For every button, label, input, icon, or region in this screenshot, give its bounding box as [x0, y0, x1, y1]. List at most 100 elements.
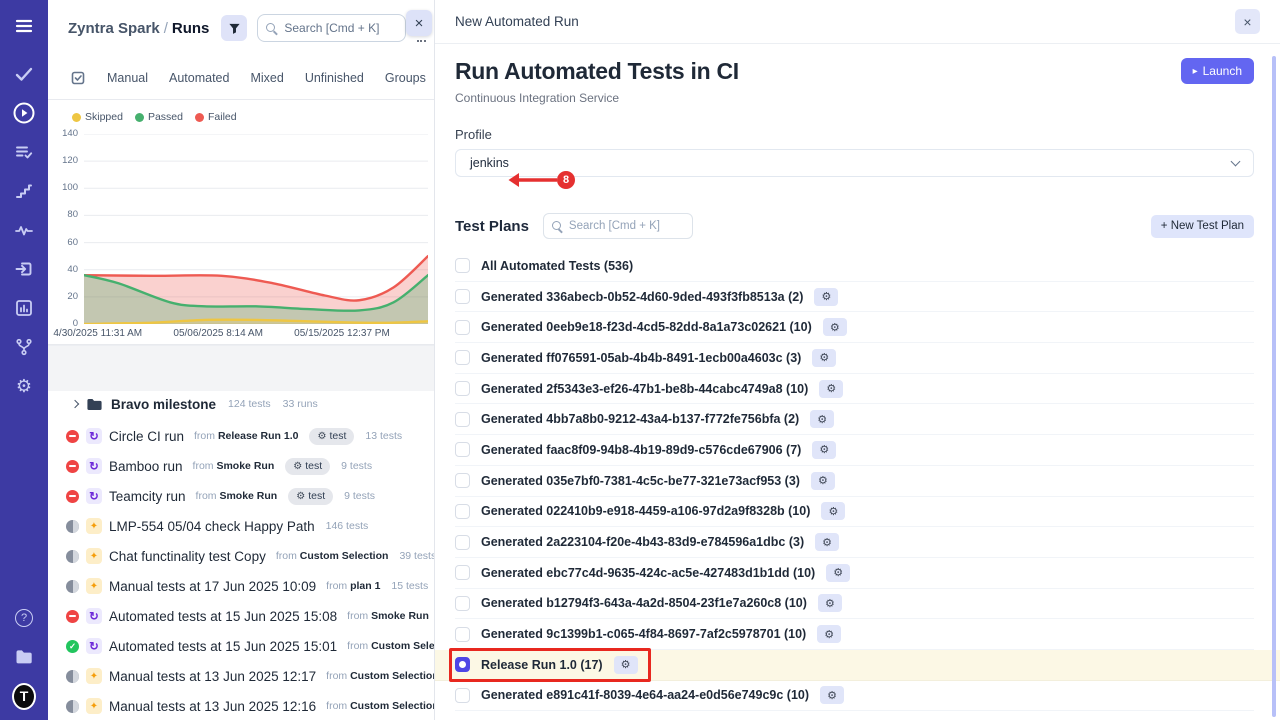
test-plan-settings-button[interactable]	[818, 594, 842, 612]
tests-icon[interactable]	[12, 62, 36, 86]
run-list-item[interactable]: Circle CI run from Release Run 1.0 test …	[48, 421, 434, 451]
test-plan-checkbox[interactable]	[455, 289, 470, 304]
imports-icon[interactable]	[12, 257, 36, 281]
test-plan-checkbox[interactable]	[455, 412, 470, 427]
test-plan-checkbox[interactable]	[455, 688, 470, 703]
test-tag-badge[interactable]: test	[288, 488, 333, 505]
test-plan-row[interactable]: Generated 9c1399b1-c065-4f84-8697-7af2c5…	[455, 619, 1254, 650]
menu-icon[interactable]	[12, 14, 36, 38]
test-plan-row[interactable]: Generated ff076591-05ab-4b4b-8491-1ecb00…	[455, 343, 1254, 374]
test-plan-row[interactable]: Generated 2a223104-f20e-4b43-83d9-e78459…	[455, 527, 1254, 558]
milestone-row[interactable]: Bravo milestone 124 tests 33 runs	[48, 391, 434, 417]
settings-icon[interactable]: ⚙	[12, 374, 36, 398]
test-plan-checkbox[interactable]	[455, 258, 470, 273]
test-plan-row[interactable]: Generated 336abecb-0b52-4d60-9ded-493f3f…	[455, 282, 1254, 313]
test-plan-row[interactable]: Generated 4bb7a8b0-9212-43a4-b137-f772fe…	[455, 404, 1254, 435]
test-plan-row[interactable]: Generated ebc77c4d-9635-424c-ac5e-427483…	[455, 558, 1254, 589]
test-plan-settings-button[interactable]	[823, 318, 847, 336]
test-plan-row[interactable]: Generated 2f5343e3-ef26-47b1-be8b-44cabc…	[455, 374, 1254, 405]
test-plan-row[interactable]: Generated 022410b9-e918-4459-a106-97d2a9…	[455, 497, 1254, 528]
test-plan-checkbox[interactable]	[455, 627, 470, 642]
milestone-name[interactable]: Bravo milestone	[111, 397, 216, 412]
run-name[interactable]: Teamcity run	[109, 489, 186, 504]
run-list-item[interactable]: Bamboo run from Smoke Run test 9 tests	[48, 451, 434, 481]
expand-chevron-icon[interactable]	[71, 400, 79, 408]
breadcrumb-project[interactable]: Zyntra Spark	[68, 20, 160, 37]
test-plan-row[interactable]: Generated e891c41f-8039-4e64-aa24-e0d56e…	[455, 681, 1254, 712]
tab[interactable]: Manual	[107, 71, 148, 85]
test-plans-icon[interactable]	[12, 140, 36, 164]
test-plan-checkbox[interactable]	[455, 596, 470, 611]
test-plan-settings-button[interactable]	[811, 472, 835, 490]
run-list-item[interactable]: Automated tests at 15 Jun 2025 15:08 fro…	[48, 601, 434, 631]
test-plan-settings-button[interactable]	[614, 656, 638, 674]
test-plan-settings-button[interactable]	[814, 288, 838, 306]
analytics-icon[interactable]	[12, 296, 36, 320]
test-plan-row[interactable]: Generated b12794f3-643a-4a2d-8504-23f1e7…	[455, 589, 1254, 620]
profile-select[interactable]: jenkins	[455, 149, 1254, 177]
test-plan-checkbox[interactable]	[455, 473, 470, 488]
tab[interactable]: Unfinished	[305, 71, 364, 85]
test-plan-settings-button[interactable]	[812, 349, 836, 367]
test-plan-row[interactable]: Generated 035e7bf0-7381-4c5c-be77-321e73…	[455, 466, 1254, 497]
launch-button[interactable]: Launch	[1181, 58, 1254, 84]
test-plans-search[interactable]	[543, 213, 693, 239]
test-plan-checkbox[interactable]	[455, 442, 470, 457]
test-plan-settings-button[interactable]	[810, 410, 834, 428]
run-name[interactable]: Manual tests at 17 Jun 2025 10:09	[109, 579, 316, 594]
test-plan-checkbox[interactable]	[455, 535, 470, 550]
help-icon[interactable]: ?	[12, 606, 36, 630]
milestones-icon[interactable]	[12, 179, 36, 203]
run-name[interactable]: Automated tests at 15 Jun 2025 15:01	[109, 639, 337, 654]
test-tag-badge[interactable]: test	[285, 458, 330, 475]
run-name[interactable]: Bamboo run	[109, 459, 183, 474]
test-plans-search-input[interactable]	[569, 220, 692, 232]
projects-icon[interactable]	[12, 645, 36, 669]
tab[interactable]: Groups	[385, 71, 426, 85]
test-plan-checkbox[interactable]	[455, 320, 470, 335]
test-plan-row[interactable]: Release Run 1.0 (17)	[435, 650, 1280, 681]
app-logo[interactable]: T	[12, 684, 36, 708]
run-list-item[interactable]: Chat functinality test Copy from Custom …	[48, 541, 434, 571]
test-plan-row[interactable]: Generated 0eeb9e18-f23d-4cd5-82dd-8a1a73…	[455, 312, 1254, 343]
run-name[interactable]: Chat functinality test Copy	[109, 549, 266, 564]
run-list-item[interactable]: LMP-554 05/04 check Happy Path from 146 …	[48, 511, 434, 541]
runs-search-input[interactable]	[284, 21, 405, 35]
test-plan-settings-button[interactable]	[826, 564, 850, 582]
panel-close-button[interactable]	[1235, 9, 1260, 34]
test-plan-settings-button[interactable]	[812, 441, 836, 459]
pulse-icon[interactable]	[12, 218, 36, 242]
test-plan-checkbox[interactable]	[455, 381, 470, 396]
tab[interactable]: Automated	[169, 71, 229, 85]
new-test-plan-button[interactable]: + New Test Plan	[1151, 215, 1254, 238]
test-plan-checkbox[interactable]	[455, 504, 470, 519]
test-plan-settings-button[interactable]	[821, 502, 845, 520]
select-all-icon[interactable]	[70, 70, 86, 86]
test-plan-checkbox[interactable]	[455, 657, 470, 672]
runs-search[interactable]	[257, 14, 406, 42]
run-list-item[interactable]: Teamcity run from Smoke Run test 9 tests	[48, 481, 434, 511]
breadcrumb[interactable]: Zyntra Spark/Runs	[68, 20, 209, 37]
filter-button[interactable]	[221, 15, 247, 41]
run-list-item[interactable]: Manual tests at 13 Jun 2025 12:16 from C…	[48, 691, 434, 720]
run-list-item[interactable]: Manual tests at 17 Jun 2025 10:09 from p…	[48, 571, 434, 601]
test-plan-checkbox[interactable]	[455, 350, 470, 365]
test-plan-settings-button[interactable]	[819, 380, 843, 398]
run-list-item[interactable]: Manual tests at 13 Jun 2025 12:17 from C…	[48, 661, 434, 691]
test-plan-settings-button[interactable]	[820, 686, 844, 704]
test-plan-checkbox[interactable]	[455, 565, 470, 580]
runs-panel-close-button[interactable]	[406, 10, 432, 36]
test-plan-row[interactable]: All Automated Tests (536)	[455, 251, 1254, 282]
test-plan-row[interactable]: Generated faac8f09-94b8-4b19-89d9-c576cd…	[455, 435, 1254, 466]
branches-icon[interactable]	[12, 335, 36, 359]
tab[interactable]: Mixed	[250, 71, 283, 85]
run-list-item[interactable]: Automated tests at 15 Jun 2025 15:01 fro…	[48, 631, 434, 661]
runs-icon-active[interactable]	[12, 101, 36, 125]
test-tag-badge[interactable]: test	[309, 428, 354, 445]
run-name[interactable]: Automated tests at 15 Jun 2025 15:08	[109, 609, 337, 624]
run-name[interactable]: LMP-554 05/04 check Happy Path	[109, 519, 315, 534]
run-name[interactable]: Manual tests at 13 Jun 2025 12:17	[109, 669, 316, 684]
scrollbar[interactable]	[1272, 56, 1276, 717]
test-plan-settings-button[interactable]	[817, 625, 841, 643]
test-plan-settings-button[interactable]	[815, 533, 839, 551]
